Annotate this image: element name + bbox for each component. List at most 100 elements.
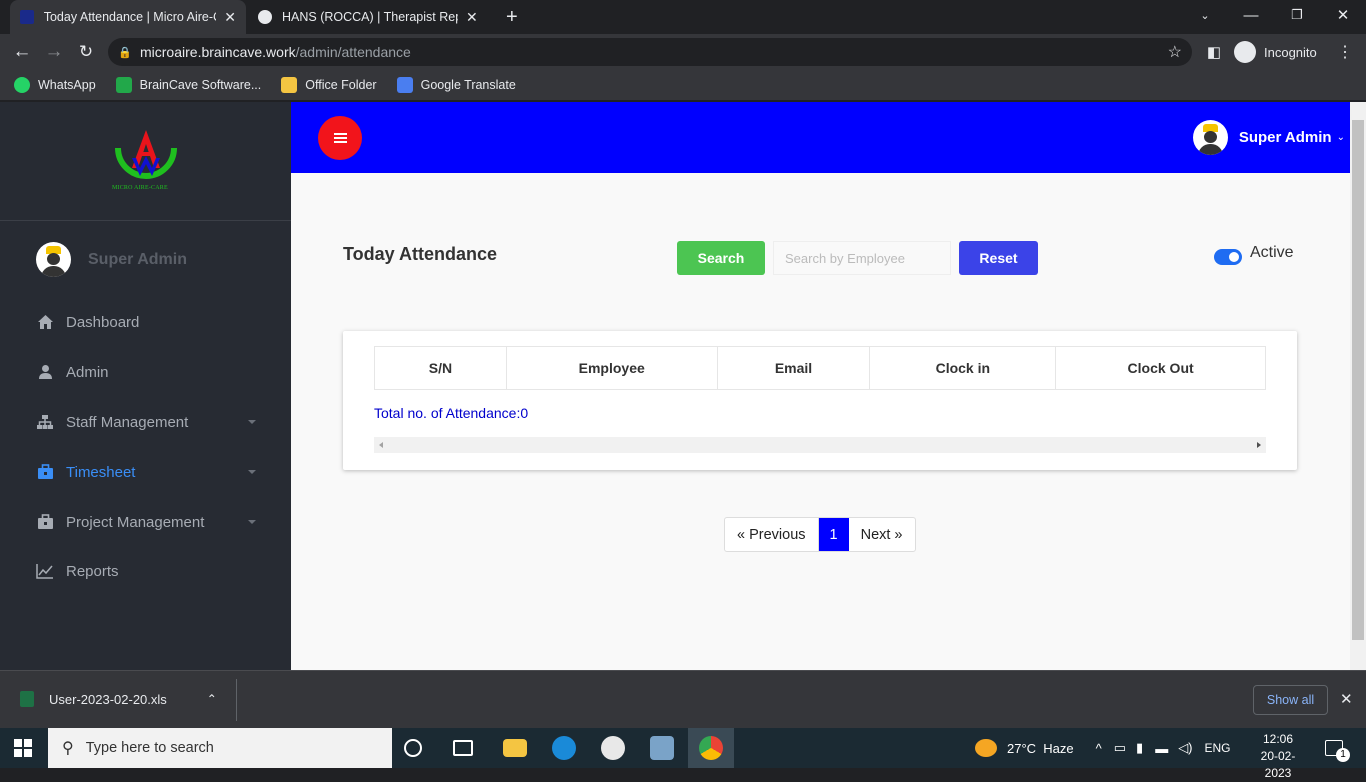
total-attendance-text: Total no. of Attendance:0 xyxy=(374,405,529,421)
download-item[interactable]: User-2023-02-20.xls ⌃ xyxy=(20,691,217,707)
scroll-right-icon[interactable] xyxy=(1257,442,1261,448)
weather-icon[interactable] xyxy=(975,739,997,757)
address-bar[interactable]: 🔒 microaire.braincave.work/admin/attenda… xyxy=(108,38,1192,66)
chrome-taskbar-button[interactable] xyxy=(688,728,734,768)
file-explorer-icon[interactable] xyxy=(503,739,527,757)
next-page-button[interactable]: Next » xyxy=(849,518,915,551)
close-tab-icon[interactable]: ✕ xyxy=(466,9,478,26)
meet-now-icon[interactable]: ▭ xyxy=(1114,740,1126,756)
sidebar-user-name: Super Admin xyxy=(88,250,187,268)
incognito-indicator[interactable]: Incognito xyxy=(1234,41,1317,63)
browser-tab-hans[interactable]: HANS (ROCCA) | Therapist Report ✕ xyxy=(248,0,488,34)
url-text: microaire.braincave.work/admin/attendanc… xyxy=(140,44,411,60)
column-header-sn[interactable]: S/N xyxy=(374,346,507,390)
show-all-downloads-button[interactable]: Show all xyxy=(1253,685,1328,715)
chevron-down-icon xyxy=(248,520,256,524)
bookmark-office-folder[interactable]: Office Folder xyxy=(281,77,377,93)
sidebar-item-staff-management[interactable]: Staff Management xyxy=(36,410,256,434)
windows-start-icon[interactable] xyxy=(14,739,32,757)
sidebar-item-timesheet[interactable]: Timesheet xyxy=(36,460,256,484)
reload-icon[interactable]: ↻ xyxy=(74,40,98,64)
column-header-clock-in[interactable]: Clock in xyxy=(869,346,1057,390)
taskbar-clock[interactable]: 12:06 20-02-2023 xyxy=(1248,731,1308,782)
battery-icon[interactable]: ▬ xyxy=(1155,741,1168,756)
column-header-employee[interactable]: Employee xyxy=(505,346,718,390)
chevron-down-icon xyxy=(248,420,256,424)
system-tray: 27°C Haze ^ ▭ ▮ ▬ ◁) ENG xyxy=(975,739,1231,757)
close-tab-icon[interactable]: ✕ xyxy=(224,9,236,26)
sidebar-item-reports[interactable]: Reports xyxy=(36,559,256,583)
active-toggle[interactable] xyxy=(1214,249,1242,265)
hamburger-menu-button[interactable] xyxy=(318,116,362,160)
language-indicator[interactable]: ENG xyxy=(1205,741,1231,755)
cortana-icon[interactable] xyxy=(404,739,422,757)
briefcase-icon xyxy=(36,513,54,531)
previous-page-button[interactable]: « Previous xyxy=(725,518,819,551)
pagination: « Previous 1 Next » xyxy=(724,517,916,552)
lock-icon: 🔒 xyxy=(118,46,132,59)
incognito-icon xyxy=(1234,41,1256,63)
page-vertical-scrollbar[interactable] xyxy=(1350,102,1366,670)
bookmark-google-translate[interactable]: Google Translate xyxy=(396,77,516,93)
search-button[interactable]: Search xyxy=(677,241,765,275)
bookmarks-bar: WhatsApp BrainCave Software... Office Fo… xyxy=(0,70,1366,100)
translate-icon xyxy=(396,77,413,93)
window-close-icon[interactable]: ✕ xyxy=(1320,0,1366,30)
new-tab-button[interactable]: + xyxy=(496,0,524,34)
chat-icon xyxy=(115,77,132,93)
restore-icon[interactable]: ❐ xyxy=(1274,0,1320,30)
employee-search-input[interactable]: Search by Employee xyxy=(773,241,951,275)
bookmark-star-icon[interactable]: ☆ xyxy=(1168,42,1182,62)
tab-title: Today Attendance | Micro Aire-Care xyxy=(43,10,217,24)
close-downloads-icon[interactable]: ✕ xyxy=(1340,690,1353,708)
task-view-icon[interactable] xyxy=(453,740,473,756)
folder-icon xyxy=(281,77,298,93)
web-page: MICRO AIRE-CARE Super Admin Dashboard Ad… xyxy=(0,102,1350,670)
side-panel-icon[interactable]: ◧ xyxy=(1202,40,1226,64)
whatsapp-icon xyxy=(14,77,30,93)
current-page-button[interactable]: 1 xyxy=(818,518,849,551)
microphone-icon[interactable]: ▮ xyxy=(1136,740,1143,756)
network-app-icon[interactable] xyxy=(650,736,674,760)
sidebar-item-project-management[interactable]: Project Management xyxy=(36,510,256,534)
notification-icon[interactable]: 1 xyxy=(1325,740,1350,762)
avatar xyxy=(36,242,71,277)
scroll-left-icon[interactable] xyxy=(379,442,383,448)
chevron-up-icon[interactable]: ^ xyxy=(1096,741,1102,756)
globe-icon xyxy=(258,10,272,24)
browser-tab-bar: Today Attendance | Micro Aire-Care ✕ HAN… xyxy=(0,0,1366,34)
minimize-icon[interactable]: — xyxy=(1228,0,1274,30)
browser-tab-attendance[interactable]: Today Attendance | Micro Aire-Care ✕ xyxy=(10,0,246,34)
bookmark-braincave[interactable]: BrainCave Software... xyxy=(115,77,261,93)
tab-search-icon[interactable]: ⌄ xyxy=(1182,0,1228,30)
bookmark-whatsapp[interactable]: WhatsApp xyxy=(14,77,96,93)
user-menu[interactable]: Super Admin ⌄ xyxy=(1192,120,1345,155)
weather-text[interactable]: 27°C Haze xyxy=(1007,741,1074,756)
clock-time: 12:06 xyxy=(1262,732,1294,746)
kebab-menu-icon[interactable]: ⋮ xyxy=(1333,40,1357,64)
horizontal-scrollbar[interactable] xyxy=(374,437,1266,453)
sidebar-item-dashboard[interactable]: Dashboard xyxy=(36,310,256,334)
column-header-clock-out[interactable]: Clock Out xyxy=(1055,346,1266,390)
scrollbar-thumb[interactable] xyxy=(1352,120,1364,640)
recorder-app-icon[interactable] xyxy=(601,736,625,760)
back-arrow-icon[interactable]: ← xyxy=(10,40,34,64)
reset-button[interactable]: Reset xyxy=(959,241,1038,275)
sitemap-icon xyxy=(36,413,54,431)
chrome-icon xyxy=(699,736,723,760)
chevron-up-icon[interactable]: ⌃ xyxy=(207,692,217,706)
taskbar-search-box[interactable]: ⚲ Type here to search xyxy=(48,728,392,768)
edge-browser-icon[interactable] xyxy=(552,736,576,760)
home-icon xyxy=(36,313,54,331)
user-icon xyxy=(36,363,54,381)
forward-arrow-icon[interactable]: → xyxy=(42,40,66,64)
chart-line-icon xyxy=(36,562,54,580)
sidebar-user[interactable]: Super Admin xyxy=(36,242,187,277)
column-header-email[interactable]: Email xyxy=(716,346,871,390)
clock-date: 20-02-2023 xyxy=(1260,749,1296,780)
chevron-down-icon xyxy=(248,470,256,474)
divider xyxy=(236,679,237,721)
attendance-table: S/N Employee Email Clock in Clock Out xyxy=(374,346,1266,390)
sidebar-item-admin[interactable]: Admin xyxy=(36,360,256,384)
volume-icon[interactable]: ◁) xyxy=(1178,740,1192,756)
